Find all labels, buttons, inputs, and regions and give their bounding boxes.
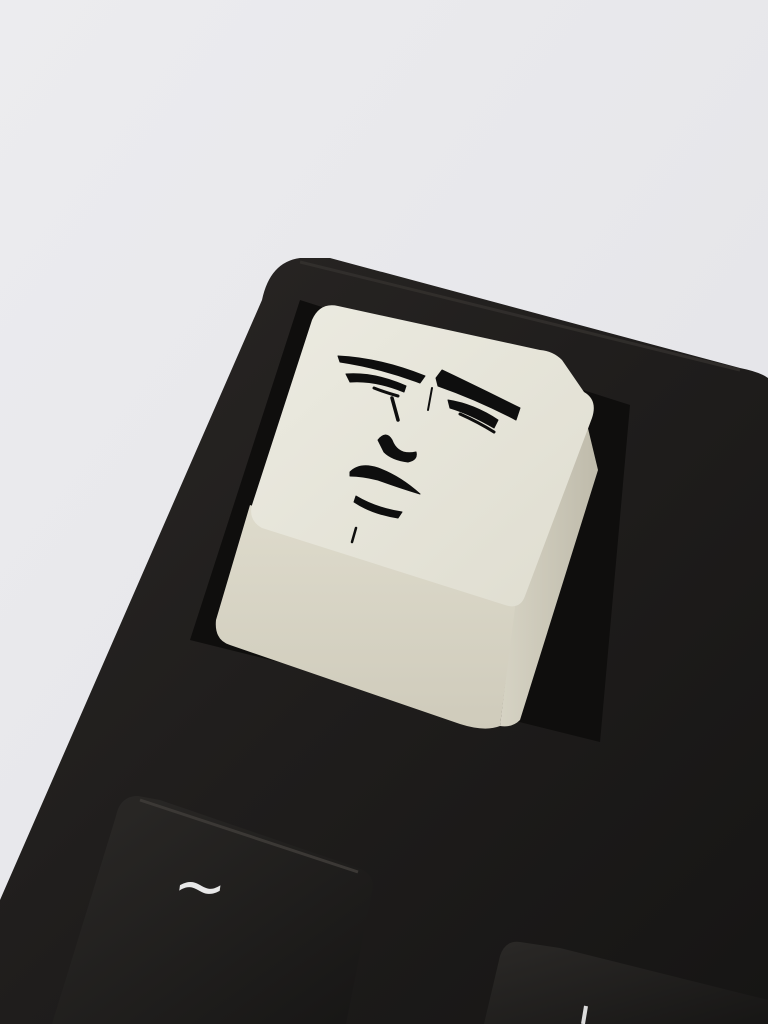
photo-scene bbox=[0, 0, 768, 1024]
